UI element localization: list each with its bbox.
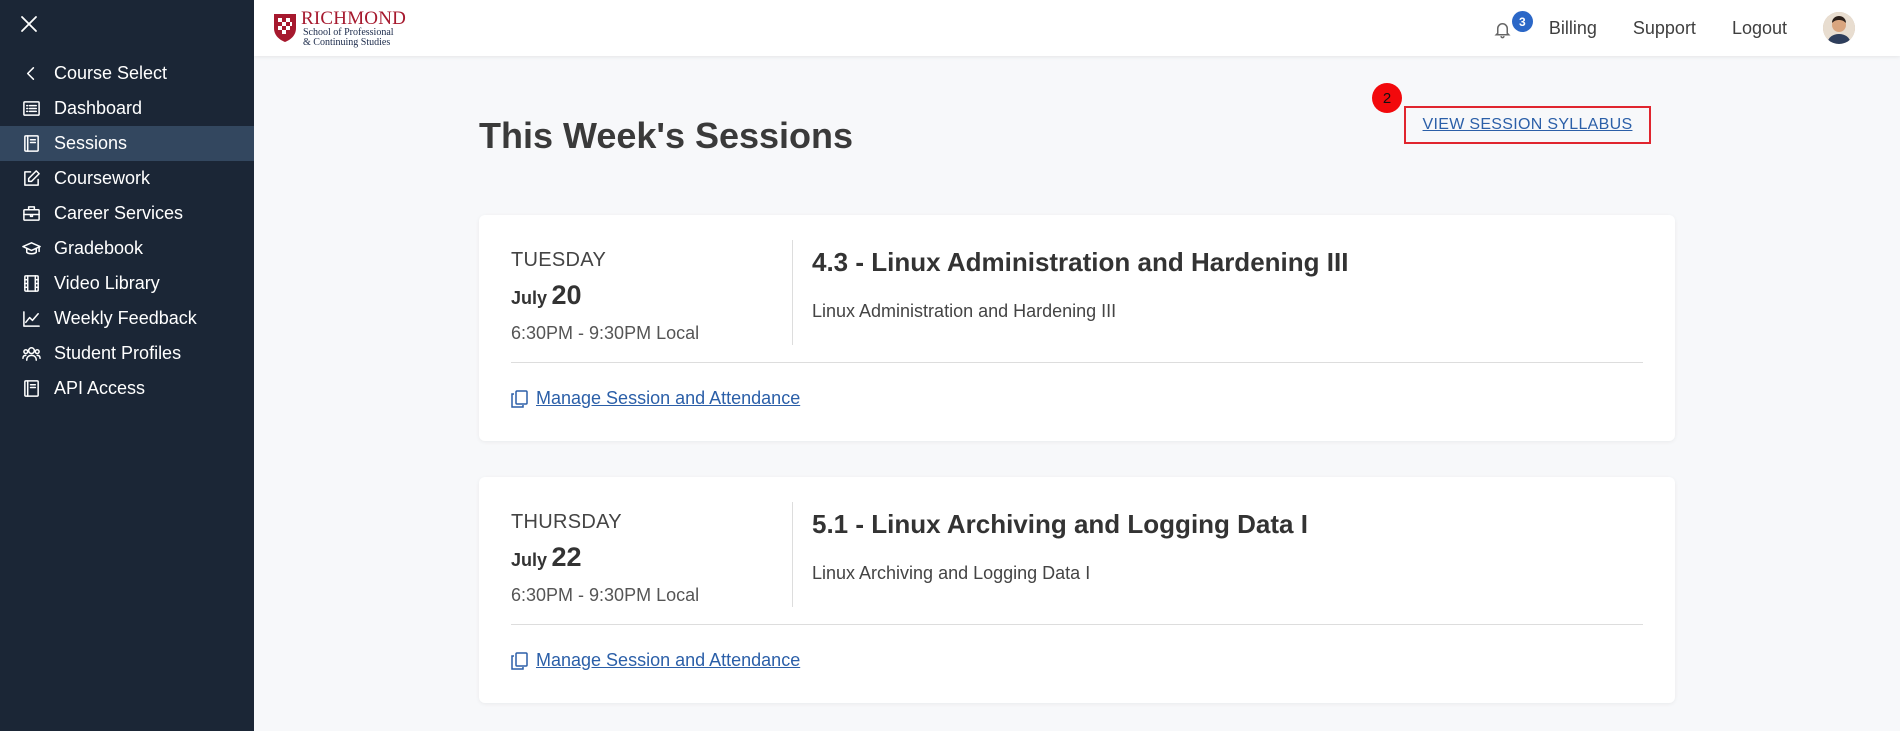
sidebar-item-api-access[interactable]: API Access <box>0 371 254 406</box>
syllabus-highlight-box: VIEW SESSION SYLLABUS <box>1404 106 1651 144</box>
logo-text: RICHMOND School of Professional & Contin… <box>301 9 406 48</box>
session-title: 4.3 - Linux Administration and Hardening… <box>812 247 1349 277</box>
book-icon <box>21 379 41 399</box>
logo-sub-2: & Continuing Studies <box>303 36 391 48</box>
session-day: TUESDAY <box>511 249 607 271</box>
session-day-number: 20 <box>551 280 582 310</box>
sidebar-item-label: Sessions <box>54 133 128 153</box>
sidebar-item-sessions[interactable]: Sessions <box>0 126 254 161</box>
edit-icon <box>21 169 41 189</box>
graduation-cap-icon <box>21 239 41 259</box>
horizontal-divider <box>511 624 1643 625</box>
sidebar-item-label: Career Services <box>54 203 184 223</box>
sidebar-item-career-services[interactable]: Career Services <box>0 196 254 231</box>
close-icon <box>21 16 37 32</box>
logout-link[interactable]: Logout <box>1732 18 1787 39</box>
avatar[interactable] <box>1823 12 1855 44</box>
sidebar-item-student-profiles[interactable]: Student Profiles <box>0 336 254 371</box>
sidebar-item-dashboard[interactable]: Dashboard <box>0 91 254 126</box>
sidebar-item-label: Coursework <box>54 168 151 188</box>
richmond-logo[interactable]: RICHMOND School of Professional & Contin… <box>272 5 432 51</box>
annotation-marker: 2 <box>1372 83 1402 113</box>
notification-badge: 3 <box>1511 11 1533 32</box>
session-time: 6:30PM - 9:30PM Local <box>511 323 700 343</box>
view-session-syllabus-link[interactable]: VIEW SESSION SYLLABUS <box>1423 116 1633 134</box>
manage-session-link[interactable]: Manage Session and Attendance <box>511 650 800 671</box>
user-photo-icon <box>1823 12 1855 44</box>
vertical-divider <box>792 240 793 345</box>
session-month: July <box>511 288 548 308</box>
logo-sub-1: School of Professional <box>303 26 394 38</box>
horizontal-divider <box>511 362 1643 363</box>
sidebar-item-video-library[interactable]: Video Library <box>0 266 254 301</box>
top-right-nav: 3 Billing Support Logout <box>1493 0 1900 56</box>
session-day: THURSDAY <box>511 511 622 533</box>
sidebar-item-label: Course Select <box>54 63 168 83</box>
vertical-divider <box>792 502 793 607</box>
users-icon <box>21 344 41 364</box>
session-date: THURSDAY July 22 6:30PM - 9:30PM Local <box>511 511 771 606</box>
chevron-left-icon <box>21 64 41 84</box>
copy-icon <box>511 389 528 408</box>
briefcase-icon <box>21 204 41 224</box>
book-icon <box>21 134 41 154</box>
close-sidebar-button[interactable] <box>18 13 40 35</box>
billing-link[interactable]: Billing <box>1549 18 1597 39</box>
manage-session-label: Manage Session and Attendance <box>536 650 801 670</box>
sidebar-item-label: Dashboard <box>54 98 143 118</box>
sidebar-item-label: Video Library <box>54 273 160 293</box>
manage-session-label: Manage Session and Attendance <box>536 388 801 408</box>
chart-line-icon <box>21 309 41 329</box>
session-month-date: July 20 <box>511 280 771 311</box>
page-title: This Week's Sessions <box>479 115 854 156</box>
session-card: TUESDAY July 20 6:30PM - 9:30PM Local 4.… <box>479 215 1675 441</box>
sidebar: Course Select Dashboard Sessions Coursew… <box>0 0 254 731</box>
notifications-button[interactable]: 3 <box>1493 11 1533 40</box>
session-description: Linux Archiving and Logging Data I <box>812 563 1091 583</box>
sidebar-item-label: Student Profiles <box>54 343 182 363</box>
sidebar-item-coursework[interactable]: Coursework <box>0 161 254 196</box>
sidebar-nav: Course Select Dashboard Sessions Coursew… <box>0 56 254 406</box>
session-month: July <box>511 550 548 570</box>
session-card: THURSDAY July 22 6:30PM - 9:30PM Local 5… <box>479 477 1675 703</box>
sidebar-item-label: API Access <box>54 378 146 398</box>
sidebar-item-weekly-feedback[interactable]: Weekly Feedback <box>0 301 254 336</box>
sidebar-item-label: Gradebook <box>54 238 144 258</box>
logo-main: RICHMOND <box>301 7 407 29</box>
session-time: 6:30PM - 9:30PM Local <box>511 585 700 605</box>
top-bar: RICHMOND School of Professional & Contin… <box>254 0 1900 56</box>
session-description: Linux Administration and Hardening III <box>812 301 1117 321</box>
bell-icon <box>1494 23 1511 39</box>
sidebar-item-course-select[interactable]: Course Select <box>0 56 254 91</box>
crest-icon <box>274 14 296 42</box>
manage-session-link[interactable]: Manage Session and Attendance <box>511 388 800 409</box>
support-link[interactable]: Support <box>1633 18 1696 39</box>
list-icon <box>21 99 41 119</box>
sidebar-item-label: Weekly Feedback <box>54 308 197 328</box>
session-date: TUESDAY July 20 6:30PM - 9:30PM Local <box>511 249 771 344</box>
session-day-number: 22 <box>551 542 582 572</box>
sidebar-item-gradebook[interactable]: Gradebook <box>0 231 254 266</box>
film-icon <box>21 274 41 294</box>
session-title: 5.1 - Linux Archiving and Logging Data I <box>812 509 1308 539</box>
copy-icon <box>511 651 528 670</box>
session-month-date: July 22 <box>511 542 771 573</box>
